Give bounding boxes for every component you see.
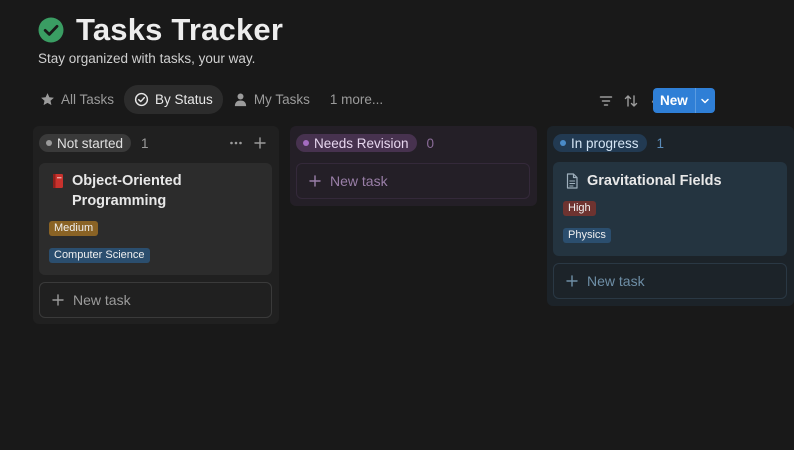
tab-label: 1 more... xyxy=(329,92,384,107)
status-label: In progress xyxy=(571,135,639,151)
priority-tag: High xyxy=(563,201,596,216)
new-button-group: New xyxy=(653,88,715,113)
subject-tag: Physics xyxy=(563,228,611,243)
star-icon xyxy=(41,93,54,106)
board-column-needs-revision: Needs Revision 0 New task xyxy=(290,126,537,206)
plus-icon xyxy=(52,294,64,306)
page-icon xyxy=(566,173,578,189)
status-label: Needs Revision xyxy=(314,135,409,151)
status-circle-icon xyxy=(134,92,149,107)
tab-by-status[interactable]: By Status xyxy=(124,85,223,114)
new-task-button[interactable]: New task xyxy=(553,263,787,299)
sort-icon[interactable] xyxy=(623,93,639,109)
filter-icon[interactable] xyxy=(598,93,614,109)
column-count: 0 xyxy=(426,135,435,151)
new-task-label: New task xyxy=(73,292,131,308)
status-badge: In progress xyxy=(553,134,647,152)
task-card[interactable]: Gravitational Fields High Physics xyxy=(553,162,787,256)
new-dropdown-button[interactable] xyxy=(694,88,715,113)
new-task-label: New task xyxy=(587,273,645,289)
status-badge: Needs Revision xyxy=(296,134,417,152)
tab-my-tasks[interactable]: My Tasks xyxy=(223,85,320,114)
plus-icon xyxy=(309,175,321,187)
plus-icon[interactable] xyxy=(253,136,267,150)
check-circle-icon xyxy=(38,17,64,43)
status-label: Not started xyxy=(57,135,124,151)
chevron-down-icon xyxy=(701,98,710,103)
plus-icon xyxy=(566,275,578,287)
new-task-label: New task xyxy=(330,173,388,189)
view-tabs: All Tasks By Status My Tasks 1 more... xyxy=(30,85,393,114)
tab-label: All Tasks xyxy=(61,92,115,107)
tab-more[interactable]: 1 more... xyxy=(320,85,393,114)
page-title: Tasks Tracker xyxy=(76,12,284,47)
book-icon xyxy=(53,174,63,188)
subject-tag: Computer Science xyxy=(49,248,150,263)
status-badge: Not started xyxy=(39,134,132,152)
page-subtitle: Stay organized with tasks, your way. xyxy=(38,51,256,66)
more-icon[interactable] xyxy=(229,136,243,150)
new-button[interactable]: New xyxy=(653,88,695,113)
tab-label: By Status xyxy=(155,92,213,107)
task-card[interactable]: Object-Oriented Programming Medium Compu… xyxy=(39,163,272,275)
priority-tag: Medium xyxy=(49,221,99,236)
card-title: Object-Oriented Programming xyxy=(72,173,182,209)
person-icon xyxy=(234,93,246,107)
tab-all-tasks[interactable]: All Tasks xyxy=(30,85,124,114)
column-header: Not started 1 xyxy=(39,134,149,152)
column-actions xyxy=(229,136,267,150)
new-task-button[interactable]: New task xyxy=(39,282,272,318)
column-count: 1 xyxy=(656,135,665,151)
board-column-not-started: Not started 1 Object-Oriented Programmin… xyxy=(33,126,279,324)
page-header: Tasks Tracker xyxy=(38,12,283,48)
column-count: 1 xyxy=(141,135,149,151)
board-column-in-progress: In progress 1 Gravitational Fields High … xyxy=(547,126,794,306)
status-dot xyxy=(560,140,566,146)
status-dot xyxy=(46,140,52,146)
status-dot xyxy=(303,140,309,146)
card-title: Gravitational Fields xyxy=(587,173,722,189)
tab-label: My Tasks xyxy=(253,92,310,107)
column-header: Needs Revision 0 xyxy=(296,134,434,152)
new-task-button[interactable]: New task xyxy=(296,163,530,199)
column-header: In progress 1 xyxy=(553,134,664,152)
